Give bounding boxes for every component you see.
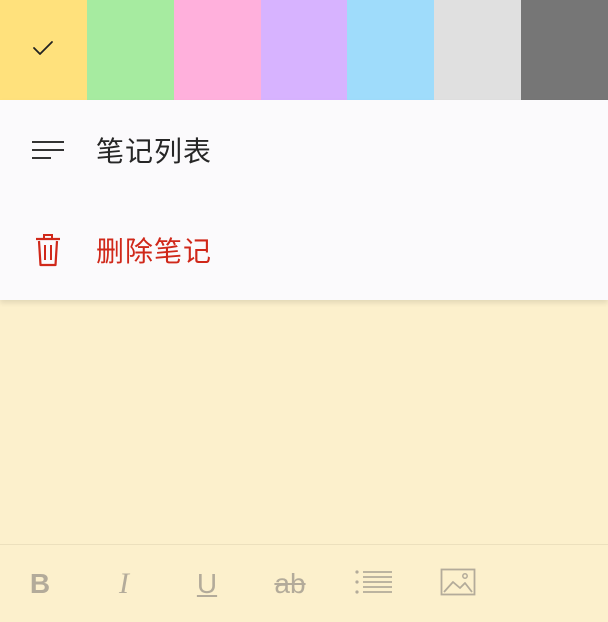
image-icon — [440, 568, 476, 600]
color-swatch-blue[interactable] — [347, 0, 435, 100]
italic-button[interactable]: I — [102, 567, 146, 601]
delete-note-menu-item[interactable]: 删除笔记 — [0, 200, 608, 300]
bullet-list-icon — [354, 569, 394, 599]
trash-icon — [30, 230, 66, 270]
bold-button[interactable]: B — [18, 567, 62, 601]
bold-icon: B — [29, 568, 51, 599]
check-icon — [32, 39, 54, 61]
note-menu: 笔记列表 删除笔记 — [0, 100, 608, 300]
strikethrough-icon: ab — [274, 568, 306, 599]
color-swatch-yellow[interactable] — [0, 0, 87, 100]
notes-list-menu-item[interactable]: 笔记列表 — [0, 100, 608, 200]
color-swatch-green[interactable] — [86, 0, 174, 100]
color-swatch-purple[interactable] — [260, 0, 348, 100]
note-content-area[interactable] — [0, 300, 608, 544]
color-swatch-charcoal[interactable] — [521, 0, 608, 100]
color-swatch-pink[interactable] — [173, 0, 261, 100]
insert-image-button[interactable] — [436, 567, 480, 601]
strikethrough-button[interactable]: ab — [268, 567, 312, 601]
color-palette — [0, 0, 608, 100]
underline-button[interactable]: U — [185, 567, 229, 601]
notes-list-label: 笔记列表 — [96, 135, 213, 168]
bullet-list-button[interactable] — [352, 567, 396, 601]
list-icon — [30, 130, 66, 170]
italic-icon: I — [119, 567, 129, 600]
underline-icon: U — [196, 568, 218, 599]
color-swatch-gray[interactable] — [434, 0, 522, 100]
formatting-toolbar: B I U ab — [0, 544, 608, 622]
delete-note-label: 删除笔记 — [96, 235, 213, 268]
